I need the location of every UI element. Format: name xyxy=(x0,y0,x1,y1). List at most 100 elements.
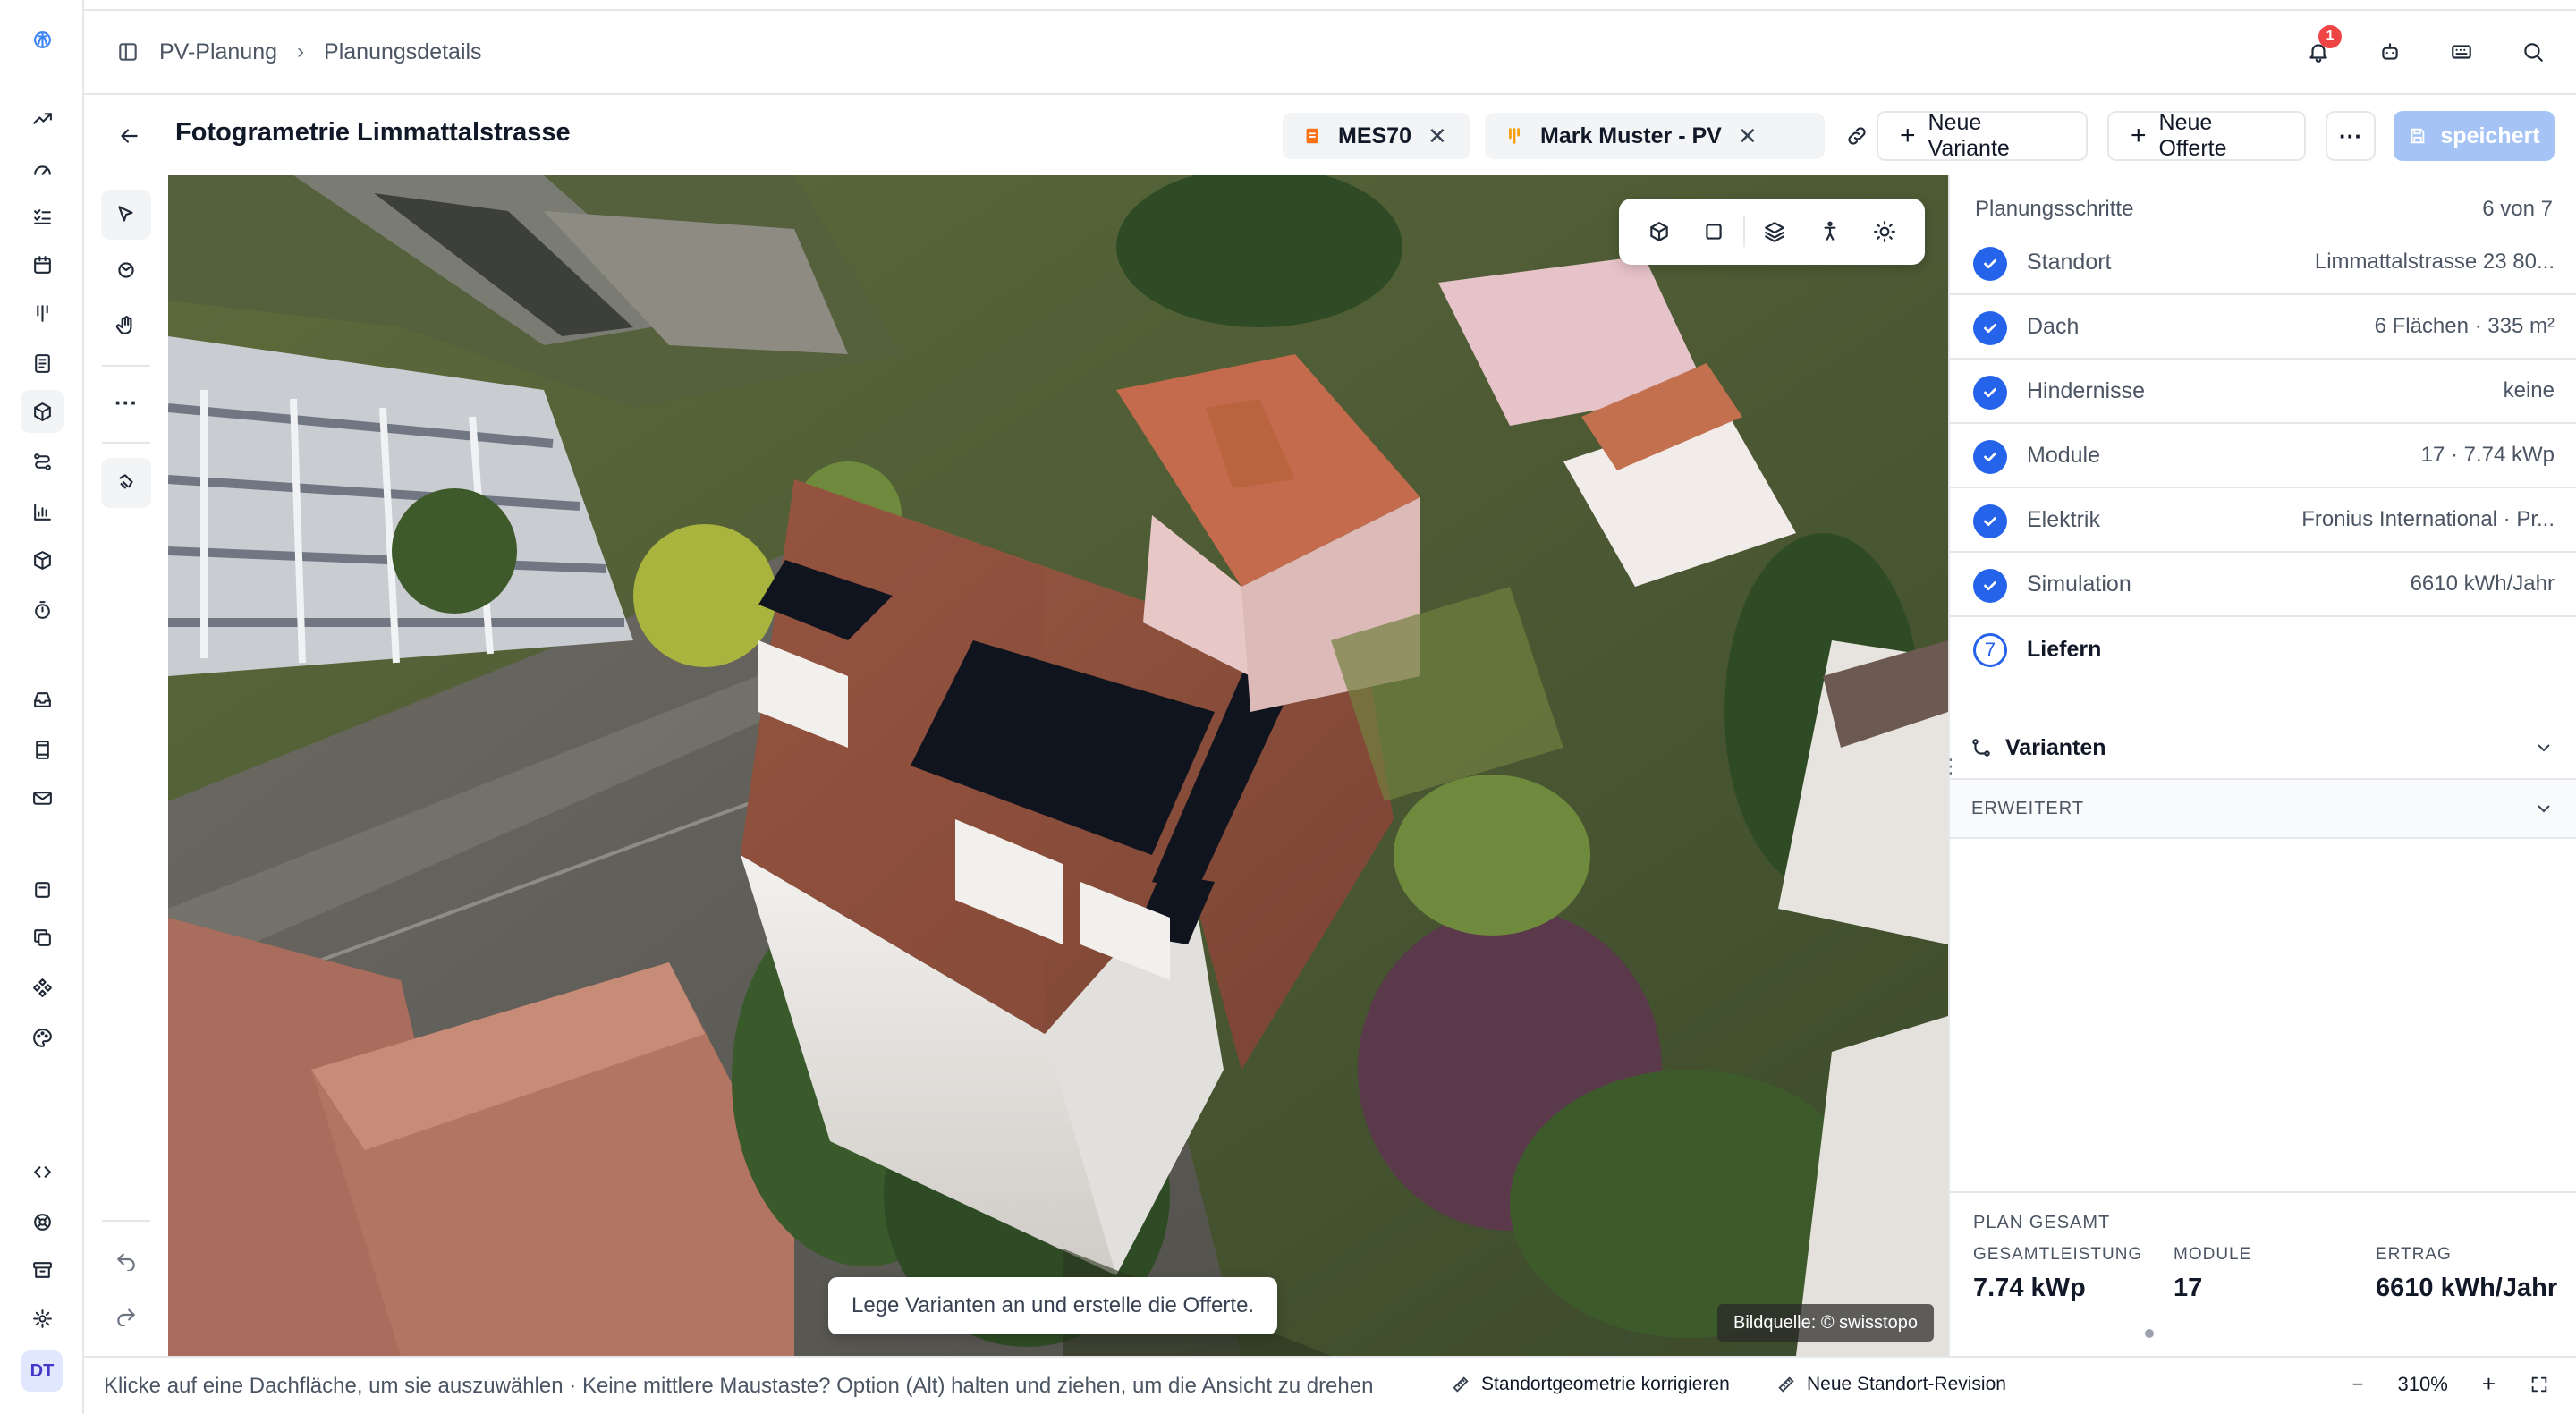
tag-chip-mes70[interactable]: MES70 ✕ xyxy=(1283,113,1470,159)
step-module[interactable]: Module 17 · 7.74 kWp xyxy=(1950,424,2576,488)
kanban-icon[interactable] xyxy=(21,292,64,334)
pager-dot[interactable] xyxy=(2145,1329,2154,1338)
fix-geometry-button[interactable]: Standortgeometrie korrigieren xyxy=(1451,1374,1730,1395)
cube-icon xyxy=(1650,222,1668,241)
keyboard-button[interactable] xyxy=(2445,36,2478,68)
help-icon[interactable] xyxy=(21,1200,64,1243)
breadcrumb-item-planungsdetails[interactable]: Planungsdetails xyxy=(324,39,482,65)
invoice-icon[interactable] xyxy=(21,342,64,385)
branch-icon xyxy=(1972,739,1990,757)
3d-viewport[interactable]: Lege Varianten an und erstelle die Offer… xyxy=(168,175,1948,1356)
logo-icon[interactable] xyxy=(21,18,64,61)
summary-label: MODULE xyxy=(2174,1245,2252,1264)
step-label: Hindernisse xyxy=(2027,377,2146,403)
more-button[interactable]: ··· xyxy=(2326,111,2376,161)
square-icon xyxy=(1706,224,1723,240)
zoom-level: 310% xyxy=(2397,1372,2448,1395)
new-offer-button[interactable]: + Neue Offerte xyxy=(2107,110,2306,161)
close-icon[interactable]: ✕ xyxy=(1428,123,1447,150)
zoom-out-button[interactable]: − xyxy=(2352,1373,2364,1396)
step-value: Limmattalstrasse 23 80... xyxy=(2314,250,2555,274)
settings-icon[interactable] xyxy=(21,1297,64,1340)
step-dach[interactable]: Dach 6 Flächen · 335 m² xyxy=(1950,295,2576,360)
step-elektrik[interactable]: Elektrik Fronius International · Pr... xyxy=(1950,488,2576,553)
chip-label: MES70 xyxy=(1338,123,1411,148)
orbit-tool-button[interactable] xyxy=(101,245,151,295)
step-value: 6 Flächen · 335 m² xyxy=(2374,314,2555,338)
view-2d-button[interactable] xyxy=(1687,207,1742,256)
zoom-in-button[interactable]: + xyxy=(2482,1370,2496,1398)
more-tools-button[interactable]: ··· xyxy=(101,377,151,428)
chart-icon[interactable] xyxy=(21,490,64,533)
code-icon[interactable] xyxy=(21,1150,64,1193)
mail-icon[interactable] xyxy=(21,776,64,819)
film-icon[interactable] xyxy=(21,728,64,771)
calendar-icon[interactable] xyxy=(21,243,64,286)
cube-icon[interactable] xyxy=(21,390,64,433)
new-offer-label: Neue Offerte xyxy=(2158,110,2227,161)
robot-icon xyxy=(2382,43,2398,60)
copy-link-button[interactable] xyxy=(1839,118,1875,154)
step-hindernisse[interactable]: Hindernisse keine xyxy=(1950,360,2576,424)
breadcrumb-item-pv-planung[interactable]: PV-Planung xyxy=(159,39,277,65)
photogrammetry-scene[interactable] xyxy=(168,175,1948,1356)
snap-tool-button[interactable] xyxy=(101,458,151,508)
search-icon xyxy=(2524,43,2543,62)
archive-box-icon[interactable] xyxy=(21,868,64,910)
view-3d-button[interactable] xyxy=(1631,207,1687,256)
breadcrumb: PV-Planung › Planungsdetails xyxy=(116,39,482,65)
back-button[interactable] xyxy=(113,120,145,152)
person-icon xyxy=(1824,221,1836,241)
pedestrian-view-button[interactable] xyxy=(1802,207,1858,256)
chip-label: Mark Muster - PV xyxy=(1540,123,1722,148)
select-tool-button[interactable] xyxy=(101,190,151,240)
more-icon: ··· xyxy=(114,388,138,416)
variants-section[interactable]: Varianten xyxy=(1950,717,2576,780)
inbox-icon[interactable] xyxy=(21,678,64,721)
summary-yield: ERTRAG 6610 kWh/Jahr xyxy=(2376,1245,2557,1303)
step-label: Standort xyxy=(2027,249,2112,275)
archive-icon[interactable] xyxy=(21,1249,64,1291)
search-button[interactable] xyxy=(2517,36,2549,68)
new-revision-button[interactable]: Neue Standort-Revision xyxy=(1776,1374,2006,1395)
divider xyxy=(102,442,150,444)
pan-tool-button[interactable] xyxy=(101,301,151,351)
notifications-button[interactable]: 1 xyxy=(2302,25,2342,68)
image-credit: Bildquelle: © swisstopo xyxy=(1717,1304,1934,1342)
advanced-label: ERWEITERT xyxy=(1971,798,2085,818)
step-label: Simulation xyxy=(2027,571,2131,597)
palette-icon[interactable] xyxy=(21,1016,64,1059)
step-standort[interactable]: Standort Limmattalstrasse 23 80... xyxy=(1950,231,2576,295)
components-icon[interactable] xyxy=(21,966,64,1009)
checklist-icon[interactable] xyxy=(21,195,64,238)
new-variant-button[interactable]: + Neue Variante xyxy=(1877,110,2088,161)
gauge-icon[interactable] xyxy=(21,147,64,190)
fullscreen-icon[interactable] xyxy=(2529,1375,2549,1394)
save-button[interactable]: speichert xyxy=(2394,111,2555,161)
step-simulation[interactable]: Simulation 6610 kWh/Jahr xyxy=(1950,553,2576,617)
avatar[interactable]: DT xyxy=(21,1350,63,1392)
close-icon[interactable]: ✕ xyxy=(1738,123,1758,150)
document-icon xyxy=(1306,128,1318,144)
copy-icon[interactable] xyxy=(21,916,64,959)
redo-button[interactable] xyxy=(101,1290,151,1340)
status-hint: Klicke auf eine Dachfläche, um sie auszu… xyxy=(104,1374,1374,1398)
tag-chip-customer[interactable]: Mark Muster - PV ✕ xyxy=(1485,113,1825,159)
step-liefern[interactable]: 7 Liefern xyxy=(1950,617,2576,682)
undo-button[interactable] xyxy=(101,1234,151,1284)
sun-button[interactable] xyxy=(1857,207,1912,256)
sun-icon xyxy=(1874,221,1896,242)
package-icon[interactable] xyxy=(21,538,64,581)
layers-button[interactable] xyxy=(1747,207,1802,256)
hand-icon xyxy=(115,316,132,334)
advanced-section[interactable]: ERWEITERT xyxy=(1950,780,2576,839)
check-circle-icon xyxy=(1973,440,2007,474)
step-label: Module xyxy=(2027,442,2100,468)
sidebar-toggle-icon[interactable] xyxy=(116,40,140,64)
trend-icon[interactable] xyxy=(21,97,64,140)
summary-value: 7.74 kWp xyxy=(1973,1274,2086,1302)
kanban-icon xyxy=(1509,128,1520,144)
timer-icon[interactable] xyxy=(21,588,64,631)
assistant-button[interactable] xyxy=(2374,36,2406,68)
route-icon[interactable] xyxy=(21,440,64,483)
